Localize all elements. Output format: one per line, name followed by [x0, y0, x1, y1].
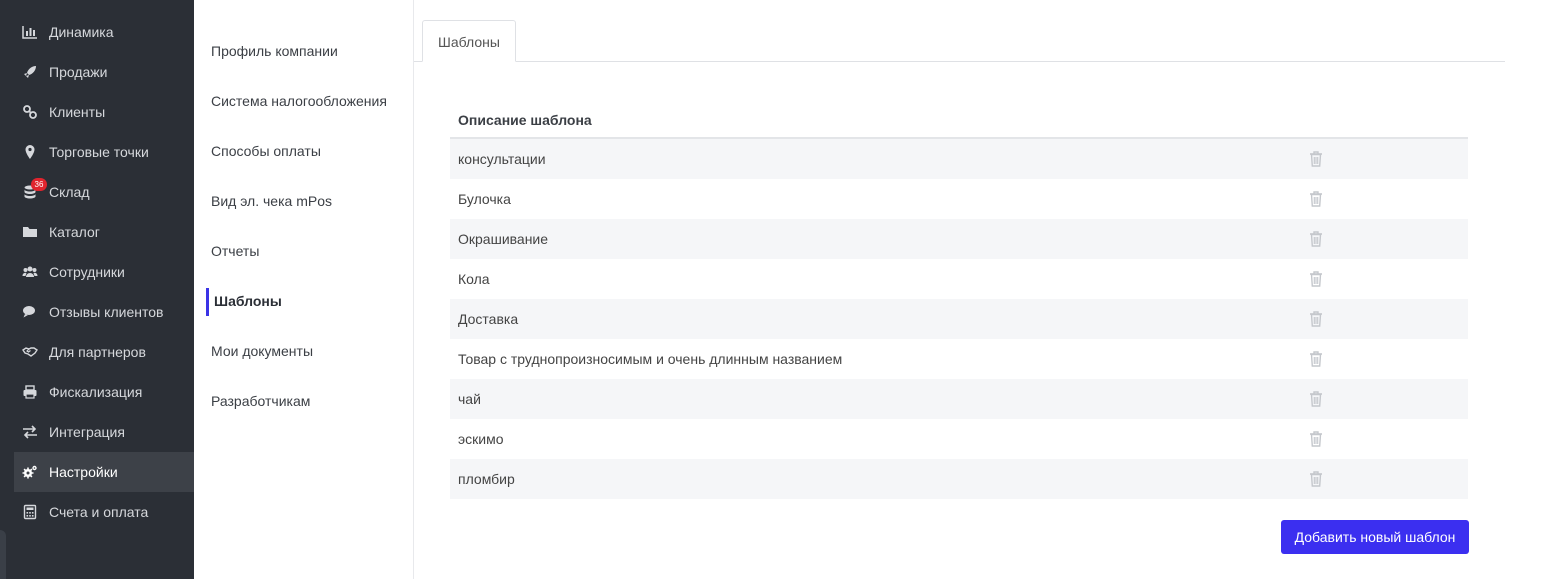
table-header: Описание шаблона: [450, 100, 1468, 139]
submenu-item-payment-methods[interactable]: Способы оплаты: [211, 141, 321, 161]
template-description: эскимо: [458, 431, 504, 447]
table-row: чай: [450, 379, 1468, 419]
nav-item-label: Настройки: [49, 464, 118, 480]
printer-icon: [23, 385, 37, 399]
calculator-icon: [23, 504, 37, 520]
trash-icon[interactable]: [1306, 469, 1326, 489]
nav-item-dynamics[interactable]: Динамика: [14, 12, 194, 52]
table-row: консультации: [450, 139, 1468, 179]
rocket-icon: [24, 66, 36, 78]
table-row: эскимо: [450, 419, 1468, 459]
handshake-icon: [22, 347, 38, 357]
submenu-item-company-profile[interactable]: Профиль компании: [211, 41, 338, 61]
nav-item-outlets[interactable]: Торговые точки: [14, 132, 194, 172]
submenu-item-developers[interactable]: Разработчикам: [211, 391, 310, 411]
nav-item-clients[interactable]: Клиенты: [14, 92, 194, 132]
nav-item-label: Каталог: [49, 224, 100, 240]
nav-item-label: Динамика: [49, 24, 114, 40]
active-indicator: [206, 288, 209, 316]
nav-item-billing[interactable]: Счета и оплата: [14, 492, 194, 532]
table-row: Окрашивание: [450, 219, 1468, 259]
nav-item-label: Склад: [49, 184, 90, 200]
nav-item-warehouse[interactable]: 36 Склад: [14, 172, 194, 212]
nav-item-sales[interactable]: Продажи: [14, 52, 194, 92]
trash-icon[interactable]: [1306, 149, 1326, 169]
nav-item-settings[interactable]: Настройки: [14, 452, 194, 492]
nav-item-reviews[interactable]: Отзывы клиентов: [14, 292, 194, 332]
template-description: Окрашивание: [458, 231, 549, 247]
nav-item-label: Продажи: [49, 64, 108, 80]
nav-item-label: Фискализация: [49, 384, 143, 400]
table-row: Доставка: [450, 299, 1468, 339]
table-row: Кола: [450, 259, 1468, 299]
trash-icon[interactable]: [1306, 189, 1326, 209]
nav-item-label: Сотрудники: [49, 264, 125, 280]
submenu-item-receipt-view[interactable]: Вид эл. чека mPos: [211, 191, 332, 211]
nav-item-employees[interactable]: Сотрудники: [14, 252, 194, 292]
template-description: консультации: [458, 151, 546, 167]
table-row: пломбир: [450, 459, 1468, 499]
nav-item-catalog[interactable]: Каталог: [14, 212, 194, 252]
template-description: пломбир: [458, 471, 515, 487]
gears-icon: [22, 465, 37, 479]
sidebar-scroll-handle[interactable]: [0, 530, 6, 579]
template-description: чай: [458, 391, 481, 407]
bar-chart-icon: [22, 26, 37, 39]
templates-table: Описание шаблона консультации Булочка Окра…: [450, 100, 1468, 499]
submenu-item-reports[interactable]: Отчеты: [211, 241, 259, 261]
nav-item-label: Клиенты: [49, 104, 106, 120]
trash-icon[interactable]: [1306, 229, 1326, 249]
nav-item-label: Торговые точки: [49, 144, 149, 160]
table-row: Булочка: [450, 179, 1468, 219]
template-description: Доставка: [458, 311, 519, 327]
nav-item-label: Отзывы клиентов: [49, 304, 164, 320]
nav-item-label: Для партнеров: [49, 344, 146, 360]
template-description: Товар с труднопроизносимым и очень длинн…: [458, 351, 843, 367]
users-icon: [22, 266, 38, 277]
column-header-description: Описание шаблона: [458, 112, 592, 128]
notification-badge: 36: [31, 178, 47, 191]
nav-item-label: Интеграция: [49, 424, 125, 440]
submenu-item-templates[interactable]: Шаблоны: [214, 291, 282, 311]
add-template-button[interactable]: Добавить новый шаблон: [1281, 520, 1469, 554]
tab-templates[interactable]: Шаблоны: [422, 20, 516, 62]
nav-item-label: Счета и оплата: [49, 504, 149, 520]
trash-icon[interactable]: [1306, 429, 1326, 449]
template-description: Булочка: [458, 191, 511, 207]
link-icon: [23, 105, 37, 119]
trash-icon[interactable]: [1306, 349, 1326, 369]
table-row: Товар с труднопроизносимым и очень длинн…: [450, 339, 1468, 379]
trash-icon[interactable]: [1306, 269, 1326, 289]
nav-item-integration[interactable]: Интеграция: [14, 412, 194, 452]
settings-submenu: Профиль компании Система налогообложения…: [194, 0, 414, 579]
nav-item-fiscalization[interactable]: Фискализация: [14, 372, 194, 412]
submenu-item-my-documents[interactable]: Мои документы: [211, 341, 313, 361]
nav-item-partners[interactable]: Для партнеров: [14, 332, 194, 372]
main-sidebar: Динамика Продажи Клиенты Торговые точки …: [0, 0, 194, 579]
submenu-item-tax-system[interactable]: Система налогообложения: [211, 91, 387, 111]
trash-icon[interactable]: [1306, 389, 1326, 409]
tabs-divider: [414, 61, 1505, 62]
table-body: консультации Булочка Окрашивание Кола Достав…: [450, 139, 1468, 499]
trash-icon[interactable]: [1306, 309, 1326, 329]
map-pin-icon: [25, 145, 35, 159]
exchange-icon: [23, 425, 37, 439]
template-description: Кола: [458, 271, 490, 287]
comments-icon: [23, 306, 35, 318]
folder-icon: [23, 227, 37, 237]
